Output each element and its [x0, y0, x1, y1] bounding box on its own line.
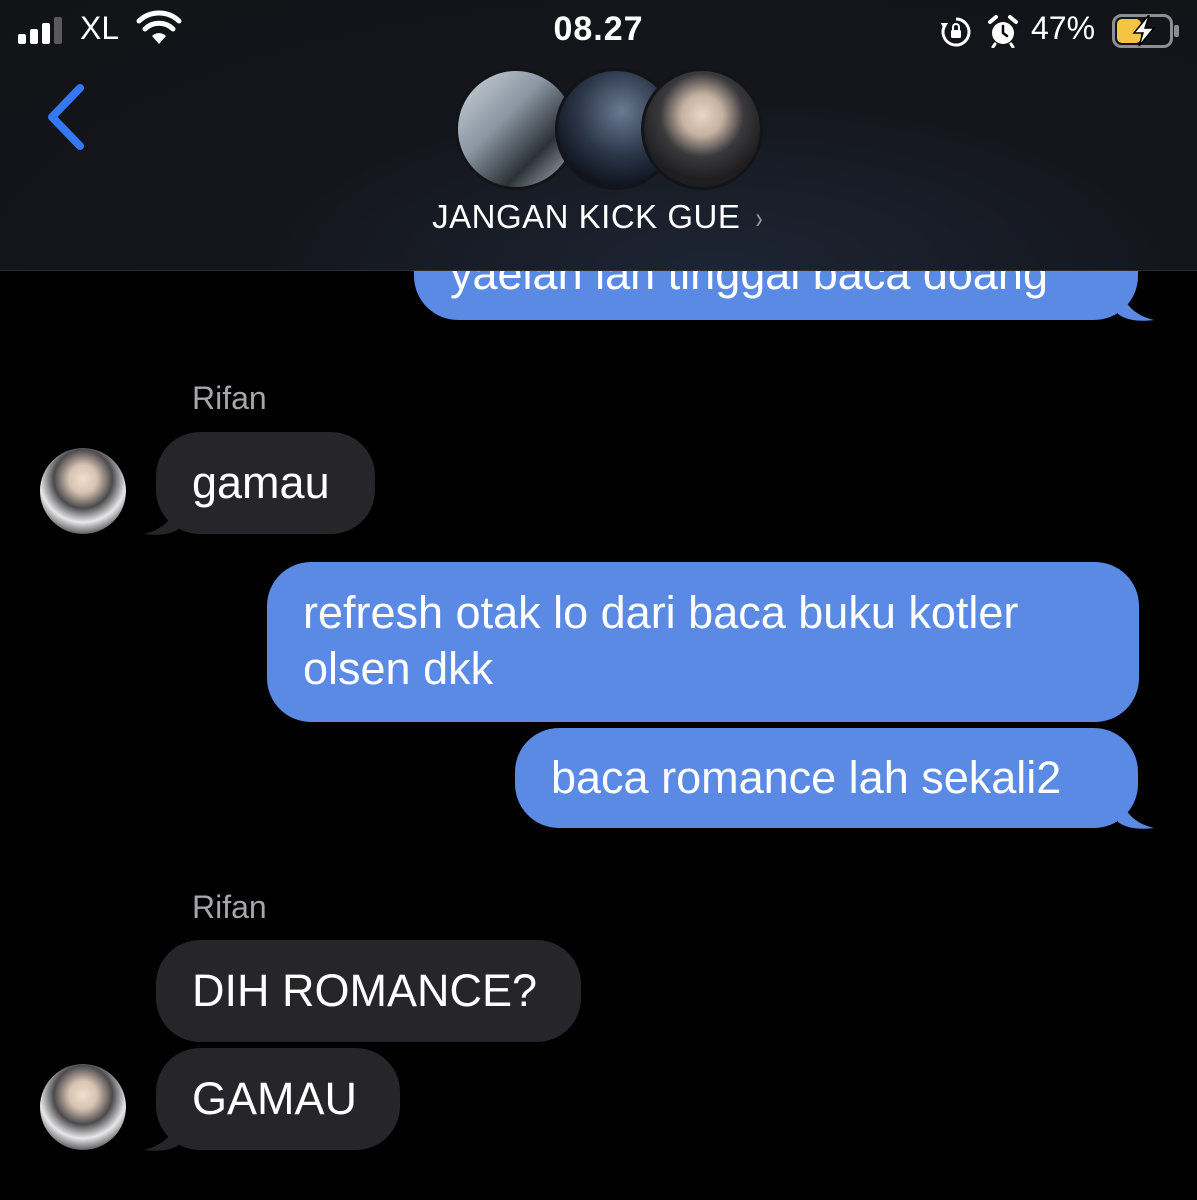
battery-charging-icon: [1112, 14, 1179, 48]
bubble-tail: [144, 1112, 180, 1151]
rotation-lock-icon: [941, 17, 971, 47]
message-text-line: olsen dkk: [303, 643, 494, 694]
message-text-line: refresh otak lo dari baca buku kotler: [303, 587, 1019, 638]
group-avatars[interactable]: [455, 68, 763, 190]
bubble-tail: [144, 496, 180, 535]
avatar[interactable]: [40, 448, 126, 534]
sender-name: Rifan: [192, 380, 267, 416]
avatar[interactable]: [40, 1064, 126, 1150]
back-chevron-icon[interactable]: [40, 82, 92, 152]
message-bubble-outgoing[interactable]: refresh otak lo dari baca buku kotler ol…: [267, 562, 1139, 722]
group-name: JANGAN KICK GUE: [432, 198, 741, 235]
battery-percentage: 47%: [1031, 10, 1096, 46]
message-text: baca romance lah sekali2: [551, 752, 1062, 803]
sender-name: Rifan: [192, 889, 267, 925]
message-text: GAMAU: [192, 1073, 358, 1124]
bubble-tail: [1118, 282, 1154, 321]
message-text: gamau: [192, 457, 330, 508]
message-bubble-incoming[interactable]: GAMAU: [156, 1048, 400, 1150]
group-name-button[interactable]: JANGAN KICK GUE ›: [0, 198, 1197, 236]
message-bubble-incoming[interactable]: DIH ROMANCE?: [156, 940, 581, 1042]
group-member-avatar: [641, 68, 763, 190]
alarm-icon: [988, 15, 1018, 48]
conversation-header: XL 08.27 47% JANGAN KICK GUE ›: [0, 0, 1197, 271]
chevron-right-icon: ›: [755, 202, 764, 235]
status-bar: XL 08.27 47%: [0, 0, 1197, 60]
message-bubble-outgoing[interactable]: baca romance lah sekali2: [515, 728, 1138, 828]
message-text: DIH ROMANCE?: [192, 965, 538, 1016]
message-bubble-incoming[interactable]: gamau: [156, 432, 375, 534]
bubble-tail: [1118, 790, 1154, 829]
